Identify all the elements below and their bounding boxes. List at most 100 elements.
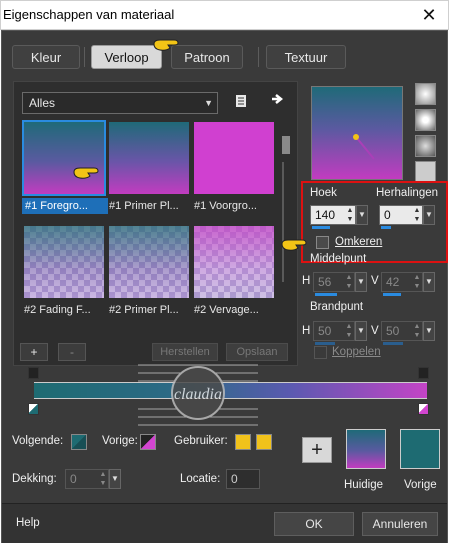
gradient-thumb-fading[interactable] xyxy=(24,226,104,298)
tab-kleur[interactable]: Kleur xyxy=(12,45,80,69)
current-gradient-swatch[interactable] xyxy=(346,429,386,469)
center-v-slider[interactable] xyxy=(383,293,401,296)
tab-patroon[interactable]: Patroon xyxy=(171,45,243,69)
invert-label: Omkeren xyxy=(335,236,383,248)
focal-v-input[interactable]: 50 ▲ ▼ xyxy=(381,321,423,341)
center-h-slider[interactable] xyxy=(315,293,337,296)
prev-stop-label: Vorige: xyxy=(102,435,138,447)
linear-gradient-type-button[interactable] xyxy=(415,83,436,105)
spin-arrows-icon[interactable]: ▲ ▼ xyxy=(345,206,355,224)
color-stop-marker[interactable] xyxy=(418,403,429,415)
chevron-down-icon[interactable]: ▼ xyxy=(423,272,435,292)
prev-stop-swatch[interactable] xyxy=(140,434,156,450)
opacity-stop-marker[interactable] xyxy=(418,367,429,379)
gradient-thumb-primer[interactable] xyxy=(109,122,189,194)
previous-gradient-swatch[interactable] xyxy=(400,429,440,469)
angle-input[interactable]: 140 ▲ ▼ xyxy=(310,205,356,225)
link-label: Koppelen xyxy=(332,346,381,358)
gradient-thumb-vervagen[interactable] xyxy=(194,226,274,298)
location-value: 0 xyxy=(231,472,238,486)
repeats-label: Herhalingen xyxy=(376,187,439,199)
thumb-label: #1 Voorgro... xyxy=(194,200,257,212)
angle-value: 140 xyxy=(315,208,336,222)
repeats-value: 0 xyxy=(384,208,391,222)
gradient-preview[interactable] xyxy=(311,86,403,180)
category-value: Alles xyxy=(29,96,56,110)
document-icon[interactable] xyxy=(234,94,248,111)
user-label: Gebruiker: xyxy=(174,435,228,447)
radial-gradient-type-button[interactable] xyxy=(415,109,436,131)
gradient-thumb-primer-2[interactable] xyxy=(109,226,189,298)
opacity-label: Dekking: xyxy=(12,473,57,485)
repeats-input[interactable]: 0 ▲ ▼ xyxy=(379,205,423,225)
next-stop-swatch[interactable] xyxy=(71,434,87,450)
focal-label: Brandpunt xyxy=(310,301,364,313)
spin-arrows-icon[interactable]: ▲ ▼ xyxy=(344,273,354,291)
chevron-down-icon[interactable]: ▼ xyxy=(355,272,367,292)
add-gradient-button[interactable]: + xyxy=(20,343,48,361)
center-v-value: 42 xyxy=(386,275,400,289)
spin-arrows-icon[interactable]: ▲ ▼ xyxy=(98,470,108,488)
opacity-input[interactable]: 0 ▲ ▼ xyxy=(65,469,109,489)
close-icon[interactable]: ✕ xyxy=(416,4,442,26)
opacity-stop-marker[interactable] xyxy=(28,367,39,379)
window-title: Eigenschappen van materiaal xyxy=(3,7,175,22)
focal-v-slider[interactable] xyxy=(383,342,403,345)
color-stop-marker[interactable] xyxy=(28,403,39,415)
user-color-swatch[interactable] xyxy=(235,434,251,450)
chevron-down-icon[interactable]: ▼ xyxy=(356,205,368,225)
thumb-label: #1 Primer Pl... xyxy=(109,200,179,212)
spin-arrows-icon[interactable]: ▲ ▼ xyxy=(344,322,354,340)
center-h-label: H xyxy=(302,275,311,287)
help-link[interactable]: Help xyxy=(16,517,40,529)
gradient-thumb-voorgrond[interactable] xyxy=(194,122,274,194)
user-color-swatch-2[interactable] xyxy=(256,434,272,450)
tab-separator xyxy=(258,47,259,67)
chevron-down-icon[interactable]: ▼ xyxy=(423,205,435,225)
focal-h-slider[interactable] xyxy=(315,342,335,345)
chevron-down-icon[interactable]: ▼ xyxy=(109,469,121,489)
rectangular-gradient-type-button[interactable] xyxy=(415,135,436,157)
angle-label: Hoek xyxy=(310,187,337,199)
arrow-right-icon[interactable] xyxy=(270,92,284,109)
focal-h-input[interactable]: 50 ▲ ▼ xyxy=(313,321,355,341)
thumb-label: #2 Vervage... xyxy=(194,304,259,316)
current-label: Huidige xyxy=(344,479,383,491)
tab-separator xyxy=(84,47,85,67)
opacity-value: 0 xyxy=(70,472,77,486)
location-label: Locatie: xyxy=(180,473,221,485)
spin-arrows-icon[interactable]: ▲ ▼ xyxy=(412,206,422,224)
chevron-down-icon[interactable]: ▼ xyxy=(355,321,367,341)
material-properties-dialog: Kleur Verloop Patroon Textuur Alles ▼ #1… xyxy=(1,30,448,543)
center-label: Middelpunt xyxy=(310,253,367,265)
tab-textuur[interactable]: Textuur xyxy=(266,45,346,69)
center-h-input[interactable]: 56 ▲ ▼ xyxy=(313,272,355,292)
claudia-watermark-logo: claudia xyxy=(138,364,258,426)
cancel-button[interactable]: Annuleren xyxy=(362,512,438,536)
angle-slider[interactable] xyxy=(312,226,330,229)
ok-button[interactable]: OK xyxy=(274,512,354,536)
focal-h-label: H xyxy=(302,325,311,337)
plus-icon[interactable]: + xyxy=(302,437,332,463)
focal-v-value: 50 xyxy=(386,324,400,338)
remove-gradient-button[interactable]: - xyxy=(58,343,86,361)
invert-checkbox[interactable] xyxy=(316,236,329,249)
sunburst-gradient-type-button[interactable] xyxy=(415,161,436,183)
thumb-label: #1 Foregro... xyxy=(22,198,108,214)
thumb-label: #2 Fading F... xyxy=(24,304,91,316)
repeats-slider[interactable] xyxy=(381,226,391,229)
center-h-value: 56 xyxy=(318,275,332,289)
center-v-input[interactable]: 42 ▲ ▼ xyxy=(381,272,423,292)
gradient-thumb-foreground[interactable] xyxy=(22,120,106,196)
pointing-hand-icon xyxy=(73,167,99,179)
link-checkbox[interactable] xyxy=(314,346,327,359)
location-input[interactable]: 0 xyxy=(226,469,260,489)
scrollbar-thumb[interactable] xyxy=(282,136,290,154)
chevron-down-icon[interactable]: ▼ xyxy=(423,321,435,341)
spin-arrows-icon[interactable]: ▲ ▼ xyxy=(412,322,422,340)
spin-arrows-icon[interactable]: ▲ ▼ xyxy=(412,273,422,291)
pointing-hand-icon xyxy=(281,239,307,251)
thumb-label: #2 Primer Pl... xyxy=(109,304,179,316)
scrollbar-track xyxy=(282,162,290,282)
category-select[interactable]: Alles ▼ xyxy=(22,92,218,114)
